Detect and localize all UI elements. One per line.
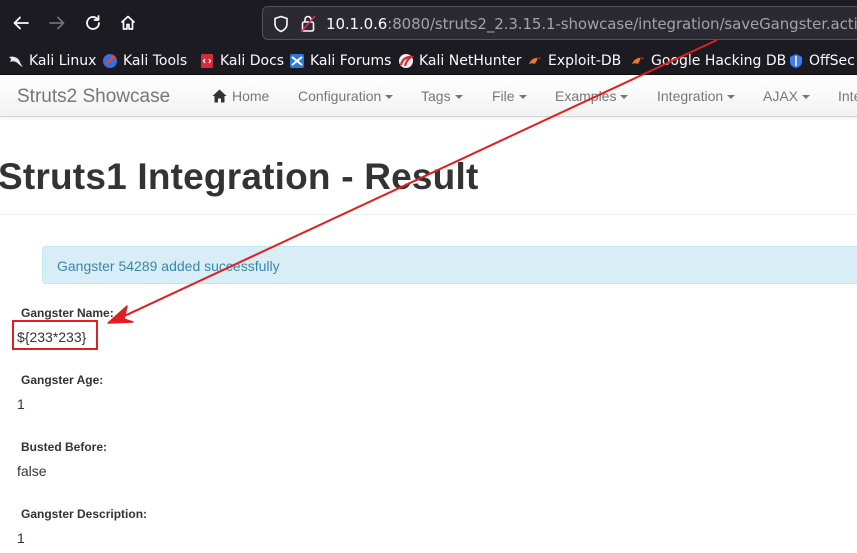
- reload-icon: [86, 15, 100, 30]
- success-alert: Gangster 54289 added successfully: [42, 246, 857, 284]
- bookmark-offsec[interactable]: OffSec: [788, 51, 855, 71]
- insecure-lock-icon[interactable]: [300, 14, 316, 33]
- bookmark-google-hacking-db[interactable]: Google Hacking DB: [630, 51, 786, 71]
- url-host: 10.1.0.6: [326, 15, 388, 33]
- bookmark-kali-forums[interactable]: Kali Forums: [289, 51, 391, 71]
- nav-item-tags[interactable]: Tags: [421, 88, 463, 104]
- field-label-gangster-name: Gangster Name:: [21, 306, 114, 320]
- kali-docs-icon: [199, 53, 215, 69]
- nav-item-examples[interactable]: Examples: [555, 88, 629, 104]
- kali-dragon-icon: [8, 53, 24, 69]
- field-label-gangster-description: Gangster Description:: [21, 507, 148, 521]
- caret-down-icon: [385, 94, 394, 99]
- bookmark-label: Google Hacking DB: [651, 53, 787, 69]
- field-value-gangster-description: 1: [17, 530, 25, 546]
- url-text[interactable]: 10.1.0.6:8080/struts2_2.3.15.1-showcase/…: [326, 15, 857, 33]
- nav-item-integration[interactable]: Integration: [657, 88, 736, 104]
- bookmark-label: Kali Tools: [123, 53, 188, 69]
- bookmark-label: Kali Linux: [29, 53, 97, 69]
- bookmark-kali-nethunter[interactable]: Kali NetHunter: [398, 51, 521, 71]
- nethunter-icon: [398, 53, 414, 69]
- field-label-busted-before: Busted Before:: [21, 440, 108, 454]
- bookmark-label: Kali Forums: [310, 53, 392, 69]
- nav-label: Home: [232, 88, 270, 104]
- bookmark-exploit-db[interactable]: Exploit-DB: [527, 51, 621, 71]
- nav-label: Examples: [555, 88, 617, 104]
- bookmark-kali-linux[interactable]: Kali Linux: [8, 51, 96, 71]
- caret-down-icon: [802, 94, 811, 99]
- bookmark-label: OffSec: [809, 53, 855, 69]
- nav-item-home[interactable]: Home: [212, 88, 269, 104]
- nav-label: Configuration: [298, 88, 382, 104]
- nav-label: Inte: [838, 88, 857, 104]
- caret-down-icon: [518, 94, 527, 99]
- url-path: :8080/struts2_2.3.15.1-showcase/integrat…: [387, 15, 857, 33]
- title-divider: [0, 214, 857, 215]
- back-arrow-icon: [13, 16, 29, 30]
- kali-forums-icon: [289, 53, 305, 69]
- field-value-busted-before: false: [17, 463, 47, 479]
- nav-label: Integration: [657, 88, 724, 104]
- caret-down-icon: [454, 94, 463, 99]
- nav-label: Tags: [421, 88, 451, 104]
- bookmark-label: Kali NetHunter: [419, 53, 522, 69]
- field-value-gangster-age: 1: [17, 396, 25, 412]
- tracking-shield-icon[interactable]: [273, 15, 289, 33]
- nav-item-inte[interactable]: Inte: [838, 88, 857, 104]
- nav-label: File: [492, 88, 515, 104]
- offsec-icon: [788, 53, 804, 69]
- address-bar[interactable]: 10.1.0.6:8080/struts2_2.3.15.1-showcase/…: [262, 6, 857, 40]
- ghdb-icon: [630, 53, 646, 69]
- brand-link[interactable]: Struts2 Showcase: [17, 86, 170, 108]
- bookmarks-bar: Kali Linux Kali Tools Kali Docs Kali For…: [0, 46, 857, 75]
- alert-message: Gangster 54289 added successfully: [57, 258, 280, 274]
- exploit-db-icon: [527, 53, 543, 69]
- home-icon: [120, 15, 136, 30]
- caret-down-icon: [620, 94, 629, 99]
- caret-down-icon: [727, 94, 736, 99]
- bookmark-kali-docs[interactable]: Kali Docs: [199, 51, 284, 71]
- bookmark-label: Exploit-DB: [548, 53, 622, 69]
- annotation-highlight-box: [12, 320, 98, 350]
- forward-arrow-icon: [49, 16, 65, 30]
- bookmark-kali-tools[interactable]: Kali Tools: [102, 51, 187, 71]
- kali-tools-icon: [102, 53, 118, 69]
- back-button[interactable]: [8, 9, 34, 37]
- app-navbar: Struts2 Showcase Home Configuration Tags…: [0, 76, 857, 117]
- page-title: Struts1 Integration - Result: [0, 156, 479, 197]
- nav-label: AJAX: [763, 88, 799, 104]
- reload-button[interactable]: [80, 9, 106, 37]
- browser-toolbar: 10.1.0.6:8080/struts2_2.3.15.1-showcase/…: [0, 0, 857, 46]
- home-icon: [212, 89, 227, 103]
- field-label-gangster-age: Gangster Age:: [21, 373, 104, 387]
- home-button[interactable]: [115, 9, 141, 37]
- nav-item-configuration[interactable]: Configuration: [298, 88, 394, 104]
- forward-button[interactable]: [44, 9, 70, 37]
- bookmark-label: Kali Docs: [220, 53, 285, 69]
- nav-item-ajax[interactable]: AJAX: [763, 88, 811, 104]
- nav-item-file[interactable]: File: [492, 88, 527, 104]
